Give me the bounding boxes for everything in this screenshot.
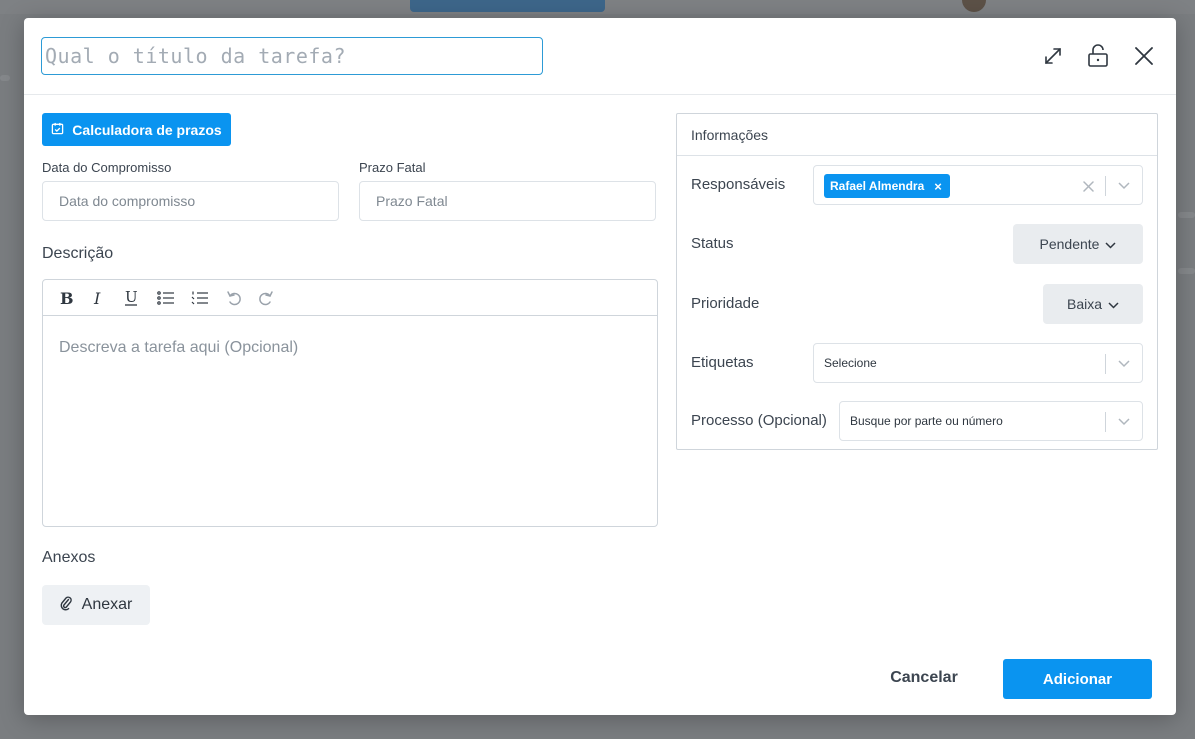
status-dropdown[interactable]: Pendente [1013,224,1143,264]
chevron-down-icon [1108,296,1119,312]
deadline-input[interactable] [359,181,656,221]
italic-icon[interactable]: I [86,287,110,309]
prioridade-label: Prioridade [691,295,760,312]
background-line [1178,212,1195,218]
processo-placeholder: Busque por parte ou número [850,414,1003,428]
processo-label: Processo (Opcional) [691,412,827,429]
expand-icon[interactable] [1039,42,1067,70]
background-line [1178,268,1195,274]
appointment-date-input[interactable] [42,181,339,221]
select-separator [1105,354,1106,374]
info-panel-header: Informações [677,114,1157,156]
select-separator [1105,412,1106,432]
task-title-input[interactable] [41,37,543,75]
modal-header [24,18,1176,95]
numbered-list-icon[interactable] [188,287,212,309]
calendar-check-icon [51,122,64,138]
processo-select[interactable]: Busque por parte ou número [839,401,1143,441]
paperclip-icon [60,595,72,616]
background-line [0,75,10,81]
attach-button-label: Anexar [81,596,133,613]
chevron-down-icon[interactable] [1116,357,1132,371]
underline-icon[interactable]: U [119,287,143,309]
redo-icon[interactable] [254,287,278,309]
responsaveis-label: Responsáveis [691,176,786,193]
lock-icon[interactable] [1084,42,1112,70]
prioridade-value: Baixa [1066,296,1103,312]
description-label: Descrição [42,245,114,262]
svg-text:U: U [125,289,138,306]
prioridade-dropdown[interactable]: Baixa [1043,284,1143,324]
etiquetas-placeholder: Selecione [824,356,877,370]
new-task-modal: Calculadora de prazos Data do Compromiss… [24,18,1176,715]
status-value: Pendente [1039,236,1100,252]
add-button[interactable]: Adicionar [1003,659,1152,699]
chevron-down-icon [1105,236,1116,252]
responsavel-chip-label: Rafael Almendra [830,179,925,193]
status-label: Status [691,235,734,252]
clear-icon[interactable] [1080,177,1096,195]
info-panel: Informações Responsáveis Rafael Almendra… [676,113,1158,450]
chevron-down-icon[interactable] [1116,415,1132,429]
undo-icon[interactable] [222,287,246,309]
svg-text:B: B [60,290,73,306]
editor-toolbar: B I U [43,280,657,316]
description-placeholder: Descreva a tarefa aqui (Opcional) [59,339,299,356]
close-icon[interactable] [1130,42,1158,70]
responsavel-chip: Rafael Almendra × [824,174,950,198]
info-panel-title: Informações [691,127,769,143]
cancel-button[interactable]: Cancelar [874,661,974,695]
chevron-down-icon[interactable] [1116,179,1132,193]
attachments-label: Anexos [42,549,96,566]
select-separator [1105,176,1106,196]
attach-button[interactable]: Anexar [42,585,150,625]
responsaveis-select[interactable]: Rafael Almendra × [813,165,1143,205]
chip-remove-icon[interactable]: × [934,179,942,194]
etiquetas-select[interactable]: Selecione [813,343,1143,383]
description-editor[interactable]: B I U Descreva a tarefa aqui (Opcional) [42,279,658,527]
deadline-calculator-label: Calculadora de prazos [72,121,222,138]
bullet-list-icon[interactable] [154,287,178,309]
appointment-date-label: Data do Compromisso [42,160,172,175]
deadline-label: Prazo Fatal [359,160,426,175]
background-button [410,0,605,12]
etiquetas-label: Etiquetas [691,354,754,371]
svg-text:I: I [93,290,101,306]
bold-icon[interactable]: B [54,287,78,309]
deadline-calculator-button[interactable]: Calculadora de prazos [42,113,231,146]
